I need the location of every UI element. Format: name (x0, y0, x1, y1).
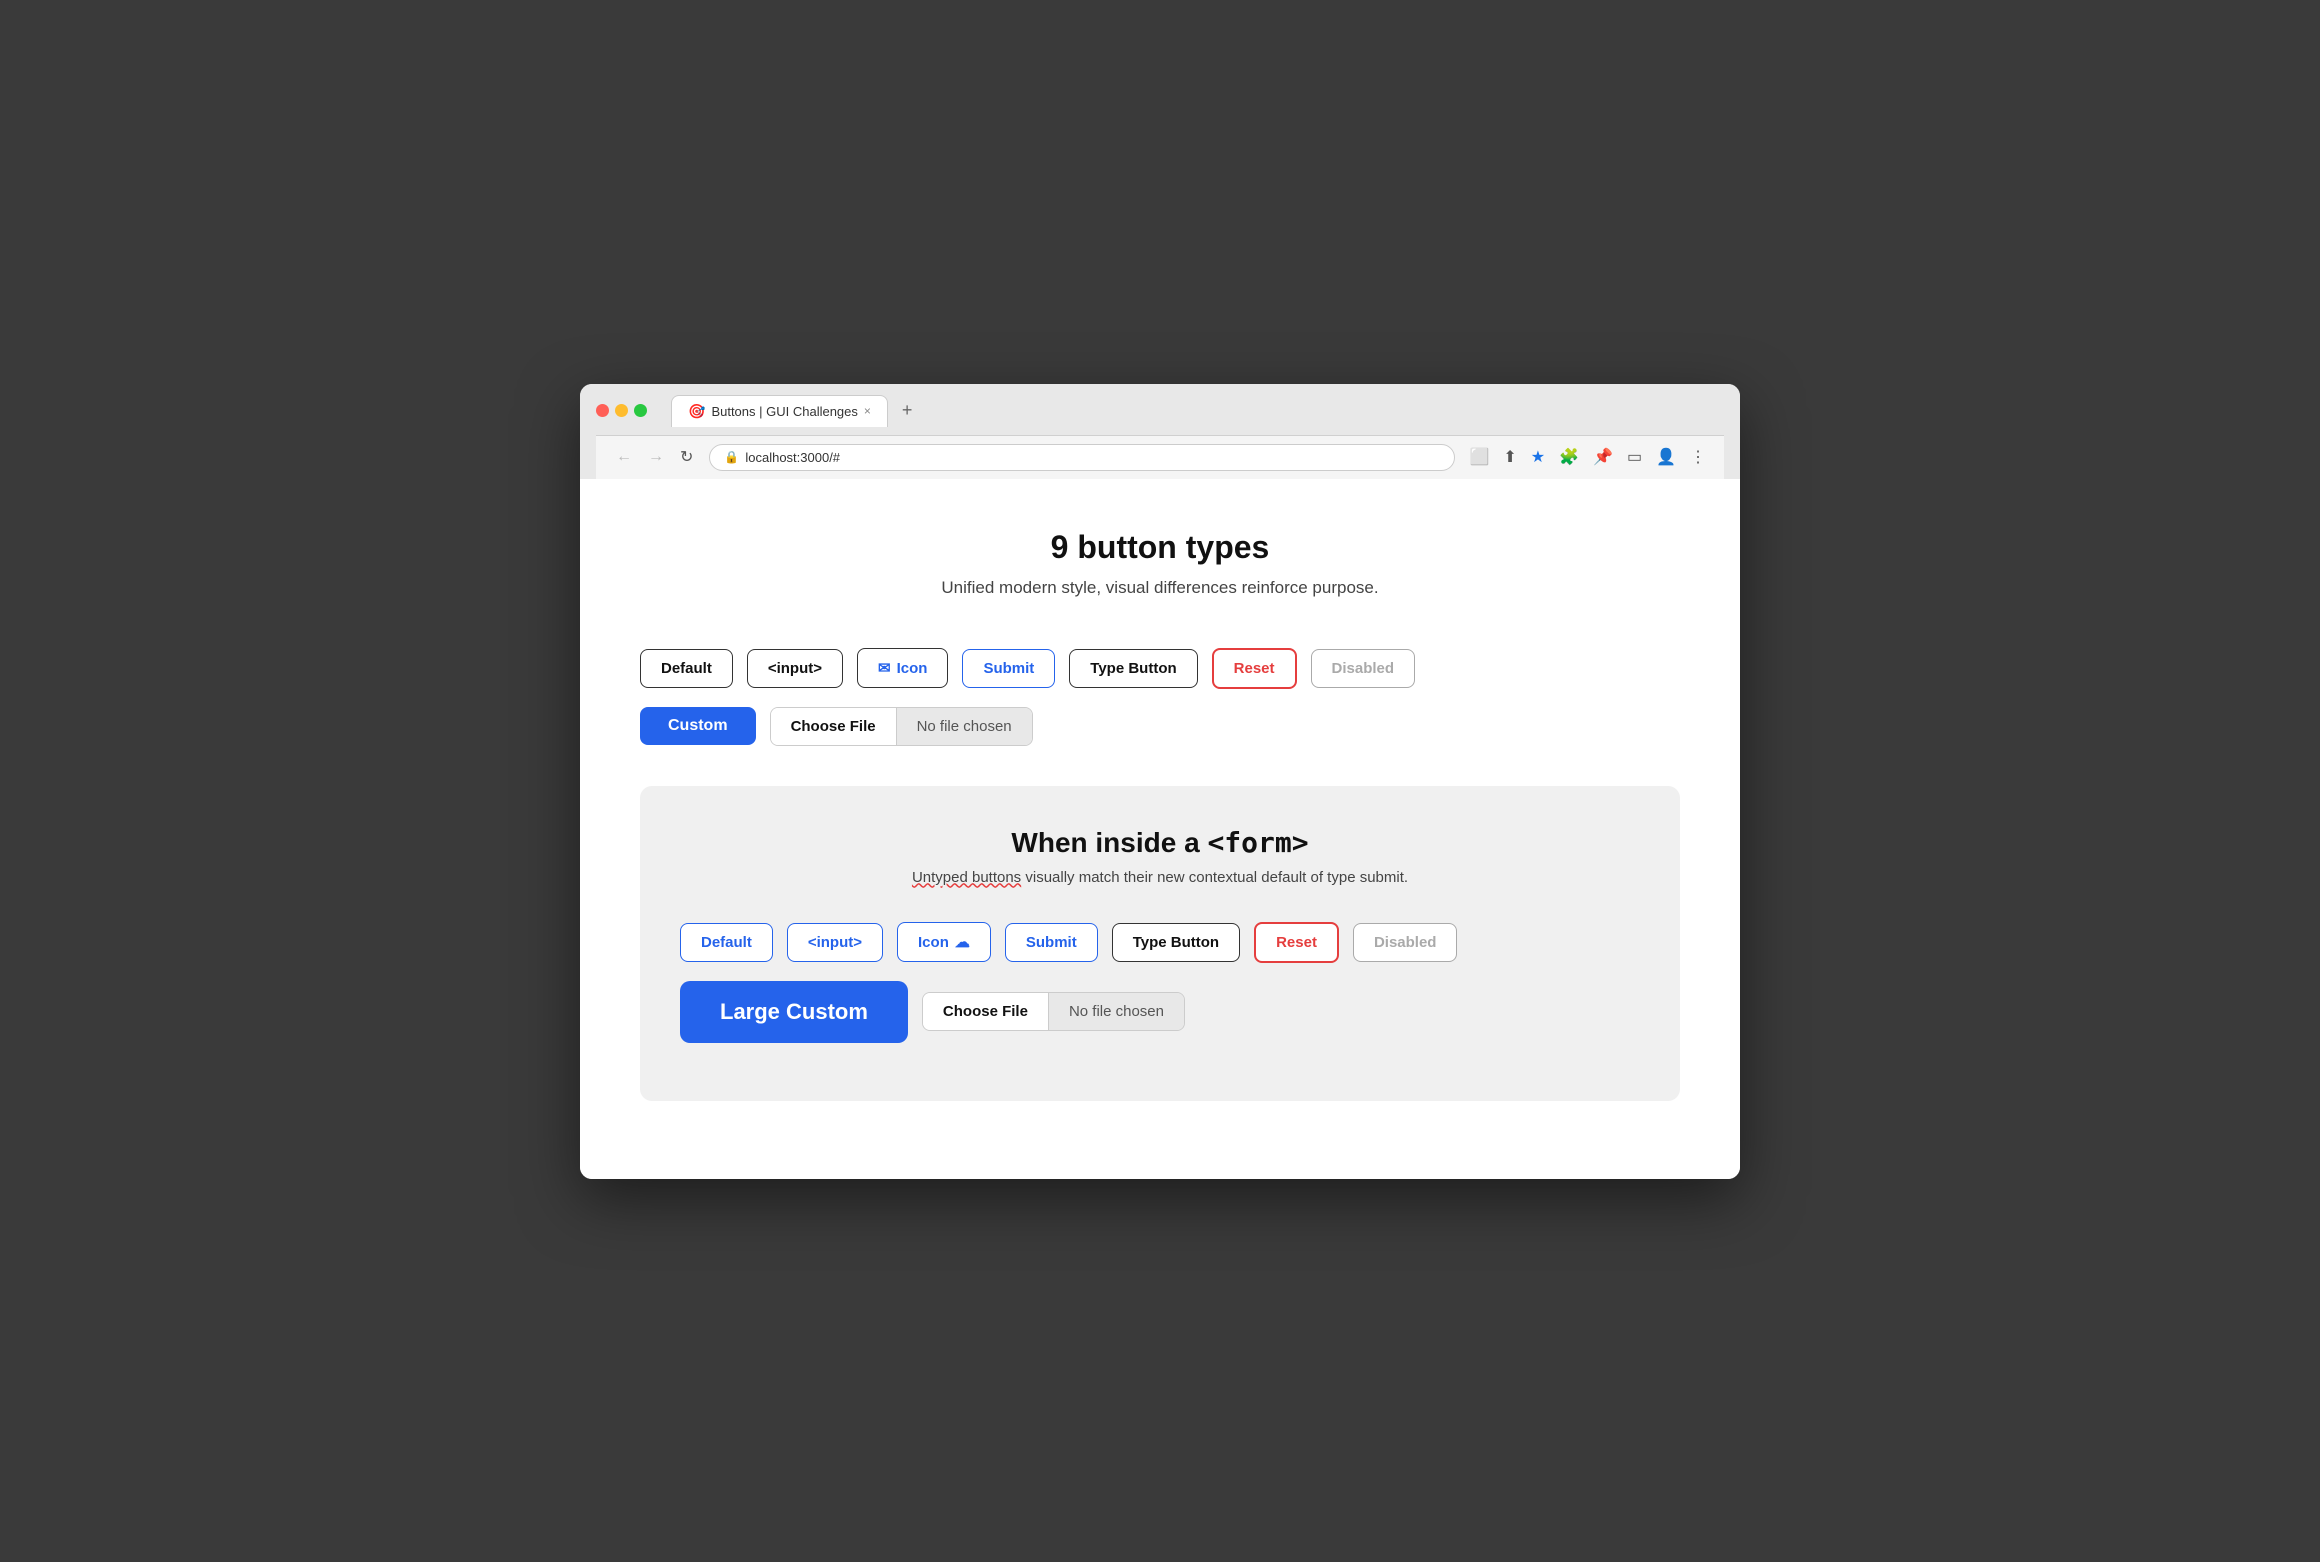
close-window-button[interactable] (596, 404, 609, 417)
back-button[interactable]: ← (612, 446, 636, 468)
form-input-button[interactable] (787, 923, 883, 962)
page-title: 9 button types (640, 529, 1680, 566)
address-bar: ← → ↻ 🔒 localhost:3000/# ⬜ ⬆ ★ 🧩 📌 ▭ 👤 ⋮ (596, 435, 1724, 479)
bookmark-icon[interactable]: ★ (1529, 445, 1547, 469)
tab-close-icon[interactable]: × (864, 404, 871, 418)
tab-label: Buttons | GUI Challenges (711, 404, 857, 419)
form-default-button[interactable]: Default (680, 923, 773, 962)
button-row-2: Custom Choose File No file chosen (640, 707, 1680, 746)
lock-icon: 🔒 (724, 450, 739, 464)
form-icon-button[interactable]: Icon ☁ (897, 922, 991, 962)
default-button[interactable]: Default (640, 649, 733, 688)
custom-button[interactable]: Custom (640, 707, 756, 745)
sidebar-icon[interactable]: ▭ (1625, 445, 1644, 469)
page-content: 9 button types Unified modern style, vis… (580, 479, 1740, 1179)
pin-icon[interactable]: 📌 (1591, 445, 1615, 469)
large-custom-button[interactable]: Large Custom (680, 981, 908, 1043)
nav-buttons: ← → ↻ (612, 445, 697, 469)
address-input[interactable]: 🔒 localhost:3000/# (709, 444, 1455, 471)
traffic-lights (596, 404, 647, 417)
form-submit-button[interactable]: Submit (1005, 923, 1098, 962)
extension-icon[interactable]: 🧩 (1557, 445, 1581, 469)
tabs-row: 🎯 Buttons | GUI Challenges × + (671, 394, 922, 427)
external-link-icon[interactable]: ⬜ (1467, 445, 1491, 469)
form-file-input-group: Choose File No file chosen (922, 992, 1185, 1031)
forward-button[interactable]: → (644, 446, 668, 468)
form-type-button[interactable]: Type Button (1112, 923, 1240, 962)
titlebar: 🎯 Buttons | GUI Challenges × + (596, 394, 1724, 427)
browser-window: 🎯 Buttons | GUI Challenges × + ← → ↻ 🔒 l… (580, 384, 1740, 1179)
maximize-window-button[interactable] (634, 404, 647, 417)
email-icon: ✉ (878, 659, 891, 677)
form-section-title: When inside a <form> (680, 826, 1640, 859)
form-no-file-chosen-text: No file chosen (1049, 993, 1184, 1030)
button-row-1: Default ✉ Icon Submit Type Button Reset … (640, 648, 1680, 689)
no-file-chosen-text: No file chosen (897, 708, 1032, 745)
type-button-button[interactable]: Type Button (1069, 649, 1197, 688)
browser-actions: ⬜ ⬆ ★ 🧩 📌 ▭ 👤 ⋮ (1467, 445, 1708, 469)
active-tab[interactable]: 🎯 Buttons | GUI Challenges × (671, 395, 888, 427)
form-button-row-1: Default Icon ☁ Submit Type Button Reset … (680, 922, 1640, 963)
form-section-subtitle: Untyped buttons visually match their new… (680, 869, 1640, 886)
form-disabled-button: Disabled (1353, 923, 1458, 962)
reset-button[interactable]: Reset (1212, 648, 1297, 689)
address-text: localhost:3000/# (745, 450, 840, 465)
icon-button[interactable]: ✉ Icon (857, 648, 948, 688)
cloud-icon: ☁ (955, 933, 970, 951)
form-choose-file-button[interactable]: Choose File (923, 993, 1049, 1030)
share-icon[interactable]: ⬆ (1501, 445, 1518, 469)
refresh-button[interactable]: ↻ (676, 445, 697, 469)
profile-icon[interactable]: 👤 (1654, 445, 1678, 469)
new-tab-button[interactable]: + (892, 394, 923, 427)
more-options-icon[interactable]: ⋮ (1688, 445, 1708, 469)
tab-favicon-icon: 🎯 (688, 403, 705, 420)
choose-file-button[interactable]: Choose File (771, 708, 897, 745)
page-subtitle: Unified modern style, visual differences… (640, 578, 1680, 598)
minimize-window-button[interactable] (615, 404, 628, 417)
disabled-button: Disabled (1311, 649, 1416, 688)
form-button-row-2: Large Custom Choose File No file chosen (680, 981, 1640, 1043)
form-reset-button[interactable]: Reset (1254, 922, 1339, 963)
chrome-bar: 🎯 Buttons | GUI Challenges × + ← → ↻ 🔒 l… (580, 384, 1740, 479)
file-input-group: Choose File No file chosen (770, 707, 1033, 746)
submit-button[interactable]: Submit (962, 649, 1055, 688)
form-section: When inside a <form> Untyped buttons vis… (640, 786, 1680, 1101)
input-button[interactable] (747, 649, 843, 688)
